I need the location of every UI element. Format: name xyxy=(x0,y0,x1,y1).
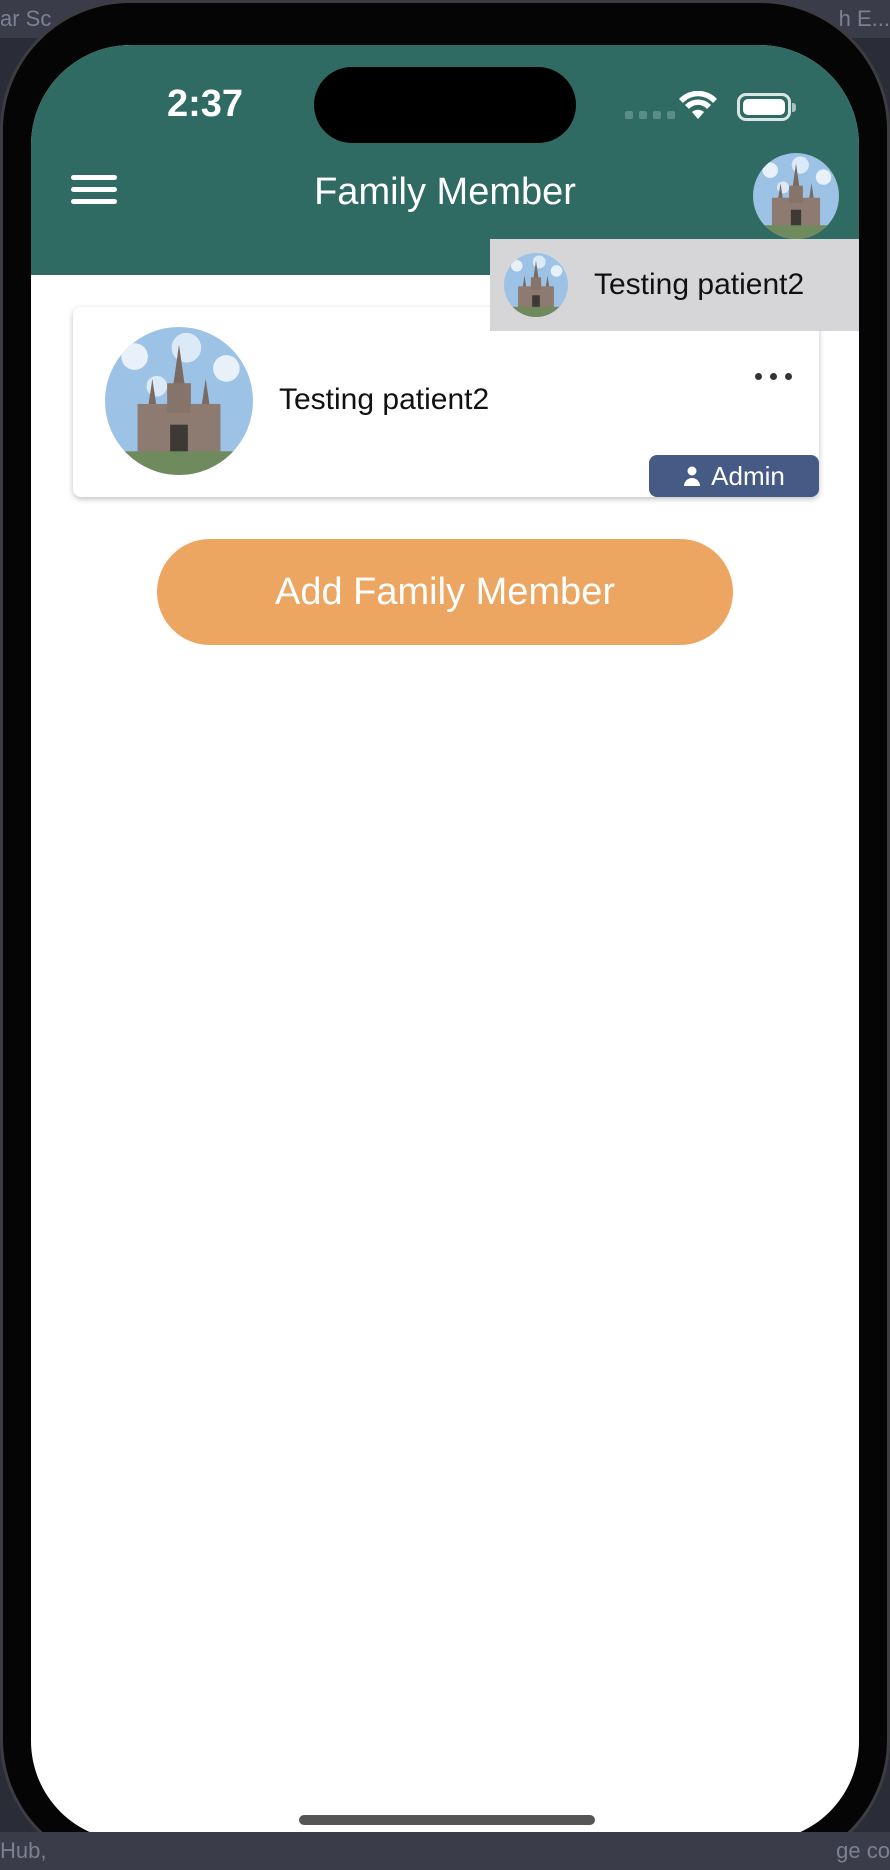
dropdown-member-name: Testing patient2 xyxy=(594,268,805,301)
status-time: 2:37 xyxy=(166,83,244,125)
role-badge: Admin xyxy=(649,455,819,497)
desktop-bottom-left-text: Hub, xyxy=(0,1838,47,1863)
battery-icon xyxy=(737,93,796,121)
desktop-top-right-text: h E... xyxy=(838,6,890,31)
add-family-member-button[interactable]: Add Family Member xyxy=(157,539,733,645)
phone-frame: 2:37 Family Member Testing patient2 Admi… xyxy=(0,0,890,1870)
ellipsis-icon[interactable] xyxy=(755,373,792,380)
home-indicator[interactable] xyxy=(299,1815,595,1825)
wifi-icon xyxy=(679,91,717,119)
hamburger-menu-icon[interactable] xyxy=(71,175,121,209)
desktop-bottom-right-text: ge co xyxy=(836,1838,890,1863)
cellular-signal-icon xyxy=(625,111,675,119)
page-title: Family Member xyxy=(314,171,576,213)
role-label: Admin xyxy=(711,460,785,491)
person-icon xyxy=(684,466,701,486)
dropdown-avatar xyxy=(504,253,568,317)
dynamic-island xyxy=(314,67,576,143)
avatar-image xyxy=(753,153,839,239)
profile-dropdown-item[interactable]: Testing patient2 xyxy=(490,239,859,331)
member-avatar xyxy=(105,327,253,475)
member-name: Testing patient2 xyxy=(279,383,490,416)
phone-screen: 2:37 Family Member Testing patient2 Admi… xyxy=(31,45,859,1841)
desktop-bottom-bar: Hub, ge co xyxy=(0,1832,890,1870)
desktop-top-left-text: ar Sc xyxy=(0,6,52,31)
profile-avatar-button[interactable] xyxy=(753,153,839,239)
